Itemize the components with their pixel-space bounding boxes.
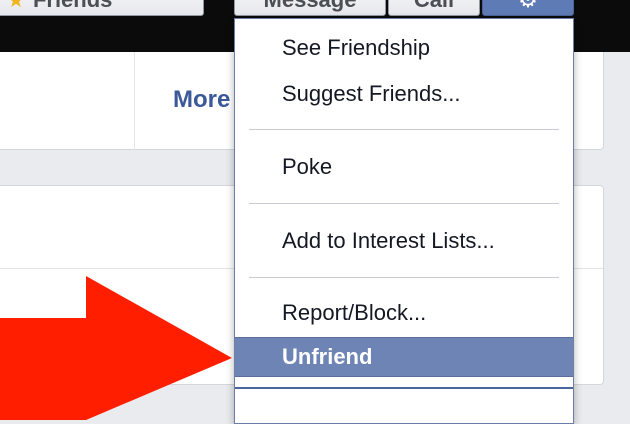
menu-separator [249,129,559,130]
call-button-label: Call [414,0,454,13]
menu-item-label: Report/Block... [282,300,427,325]
menu-item-label: See Friendship [282,35,430,60]
friends-button[interactable]: ★ Friends [0,0,204,16]
call-button[interactable]: Call [388,0,480,16]
menu-bottom-border [235,387,573,389]
menu-item-see-friendship[interactable]: See Friendship [235,35,573,65]
friends-button-label: Friends [33,0,112,13]
gear-icon: ⚙ [518,0,538,13]
menu-separator [249,277,559,278]
menu-item-poke[interactable]: Poke [235,154,573,184]
more-link[interactable]: More [173,86,230,114]
menu-item-report-block[interactable]: Report/Block... [235,300,573,330]
message-button[interactable]: Message [234,0,386,16]
settings-gear-button[interactable]: ⚙ [482,0,574,16]
menu-item-suggest-friends[interactable]: Suggest Friends... [235,81,573,111]
profile-actions-dropdown: See Friendship Suggest Friends... Poke A… [234,18,574,424]
menu-item-label: Poke [282,154,333,179]
star-icon: ★ [7,0,25,12]
menu-separator [249,203,559,204]
message-button-label: Message [264,0,357,13]
menu-item-label: Suggest Friends... [282,81,461,106]
menu-item-label: Add to Interest Lists... [282,228,495,253]
menu-item-add-to-interest-lists[interactable]: Add to Interest Lists... [235,228,573,258]
nav-separator [134,52,135,150]
menu-item-label: Unfriend [282,344,373,369]
menu-item-unfriend[interactable]: Unfriend [235,337,573,377]
